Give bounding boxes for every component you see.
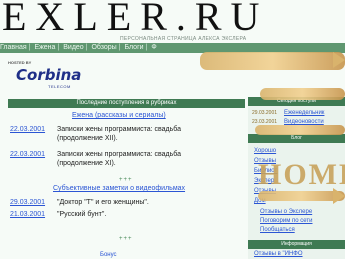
- decor-arrow-bottom: [333, 188, 345, 204]
- category-title: Ежена: [72, 112, 94, 119]
- category-link-video[interactable]: Субъективные заметки о видеофильмах: [53, 185, 185, 192]
- nav-item-video[interactable]: Видео: [63, 44, 83, 51]
- right-link-chat[interactable]: Поговорим по сети: [260, 218, 312, 224]
- entry-date-1[interactable]: 22.03.2001: [10, 126, 45, 133]
- decor-sign-low: [255, 125, 345, 135]
- entry-text-2[interactable]: Записки жены программиста: свадьба (прод…: [57, 150, 217, 168]
- entry-line: (продолжение XII).: [57, 135, 118, 142]
- nav-item-reviews[interactable]: Обзоры: [91, 44, 116, 51]
- main-header: Последние поступления в рубриках: [8, 99, 245, 108]
- entry-line: (продолжение XI).: [57, 160, 116, 167]
- decor-arrow-top: [333, 52, 345, 68]
- entry-date-2[interactable]: 22.03.2001: [10, 151, 45, 158]
- entry-text-1[interactable]: Записки жены программиста: свадьба (прод…: [57, 125, 217, 143]
- more-link-2[interactable]: +++: [119, 236, 133, 242]
- right-header-3: Информация: [248, 240, 345, 249]
- right-list-item[interactable]: Хорошо: [254, 148, 276, 154]
- entry-date-4[interactable]: 21.03.2001: [10, 211, 45, 218]
- more-link-1[interactable]: +++: [119, 177, 133, 183]
- nav-item-weekly[interactable]: Ежена: [34, 44, 55, 51]
- nav-item-home[interactable]: Главная: [0, 44, 27, 51]
- bottom-cut-link[interactable]: Бонус: [100, 252, 117, 258]
- category-subtitle: (рассказы и сериалы): [94, 112, 166, 119]
- entry-text-4[interactable]: "Русский бунт".: [57, 210, 227, 219]
- sponsor-banner[interactable]: HOSTED BY Corbina TELECOM: [8, 60, 128, 94]
- decor-sign-top: [200, 52, 345, 70]
- right-link-talk[interactable]: Пообщаться: [260, 227, 295, 233]
- right-date-1: 29.03.2001: [252, 110, 278, 116]
- sponsor-logo: Corbina: [16, 66, 82, 84]
- decor-sign-bottom: [258, 191, 345, 201]
- decor-home-text: HOME: [258, 158, 345, 191]
- sponsor-sub: TELECOM: [48, 84, 71, 89]
- entry-line: Записки жены программиста: свадьба: [57, 151, 182, 158]
- right-link-reviews[interactable]: Отзывы о Экслере: [260, 209, 312, 215]
- site-logo[interactable]: EXLER.RU: [2, 0, 345, 36]
- nav-item-blog[interactable]: Блоги: [125, 44, 144, 51]
- right-link-1[interactable]: Еженедельник: [284, 110, 324, 116]
- nav-item-more[interactable]: Ф: [151, 44, 156, 51]
- site-tagline: ПЕРСОНАЛЬНАЯ СТРАНИЦА АЛЕКСА ЭКСЛЕРА: [120, 36, 247, 42]
- right-header-2: Блог: [248, 134, 345, 143]
- hosted-by-label: HOSTED BY: [8, 60, 32, 65]
- entry-text-3[interactable]: "Доктор "Т" и его женщины".: [57, 198, 227, 207]
- decor-sign-mid: [260, 88, 345, 100]
- category-link-weekly[interactable]: Ежена (рассказы и сериалы): [72, 112, 166, 119]
- right-bottom-link[interactable]: Отзывы в "ИНФО: [254, 251, 303, 257]
- entry-line: Записки жены программиста: свадьба: [57, 126, 182, 133]
- page: EXLER.RU ПЕРСОНАЛЬНАЯ СТРАНИЦА АЛЕКСА ЭК…: [0, 0, 345, 259]
- entry-date-3[interactable]: 29.03.2001: [10, 199, 45, 206]
